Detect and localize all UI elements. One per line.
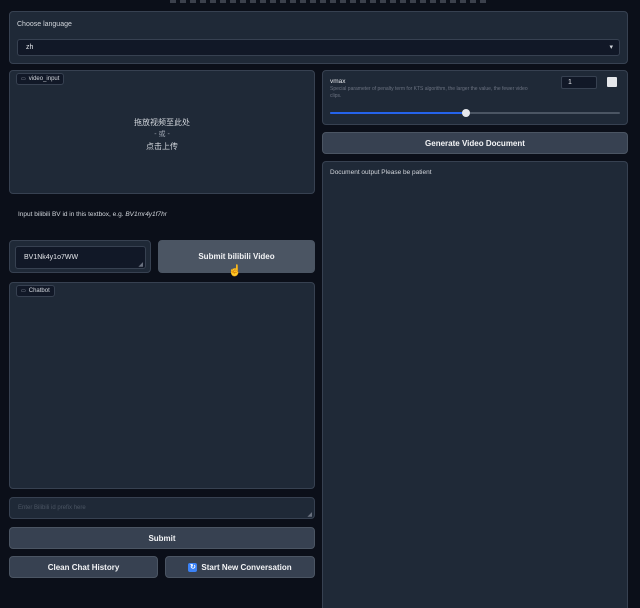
- bv-hint: Input bilibili BV id in this textbox, e.…: [18, 211, 167, 218]
- bv-id-input[interactable]: BV1Nk4y1o7WW ◢: [15, 246, 146, 269]
- language-select[interactable]: zh ▾: [17, 39, 620, 56]
- mouse-cursor-icon: ☝: [228, 265, 242, 277]
- resize-handle-icon[interactable]: ◢: [138, 261, 143, 268]
- bv-id-value: BV1Nk4y1o7WW: [24, 254, 79, 261]
- vmax-description: Special parameter of penalty term for KT…: [330, 86, 528, 99]
- bv-hint-text: Input bilibili BV id in this textbox, e.…: [18, 211, 124, 218]
- generate-video-document-button[interactable]: Generate Video Document: [322, 132, 628, 154]
- refresh-icon: ↻: [188, 562, 198, 572]
- start-new-conversation-label: Start New Conversation: [201, 562, 292, 572]
- video-upload-area[interactable]: ▭ video_input 拖放视频至此处 - 或 - 点击上传: [9, 70, 315, 194]
- vmax-panel: vmax Special parameter of penalty term f…: [322, 70, 628, 125]
- clean-chat-history-label: Clean Chat History: [47, 562, 120, 572]
- vmax-reset-icon[interactable]: [607, 77, 617, 87]
- bv-hint-example: BV1mr4y1f7hr: [125, 211, 167, 218]
- video-icon: ▭: [21, 76, 26, 82]
- language-panel: Choose language zh ▾: [9, 11, 628, 64]
- vmax-slider-fill: [330, 112, 467, 114]
- submit-bilibili-video-label: Submit bilibili Video: [198, 252, 275, 261]
- chat-icon: ▭: [21, 288, 26, 294]
- document-output-label: Document output Please be patient: [330, 169, 432, 176]
- drop-text: 拖放视频至此处: [134, 118, 190, 127]
- generate-video-document-label: Generate Video Document: [425, 138, 525, 148]
- submit-button[interactable]: Submit: [9, 527, 315, 549]
- submit-label: Submit: [148, 533, 176, 543]
- video-input-tag: ▭ video_input: [16, 73, 65, 85]
- chatbot-panel: ▭ Chatbot: [9, 282, 315, 489]
- top-description-strip: [170, 0, 490, 3]
- question-input[interactable]: Enter Bilibili id prefix here ◢: [9, 497, 315, 519]
- vmax-label: vmax: [330, 78, 346, 85]
- language-label: Choose language: [17, 21, 72, 28]
- start-new-conversation-button[interactable]: ↻ Start New Conversation: [165, 556, 315, 578]
- vmax-slider-track[interactable]: [330, 109, 620, 117]
- resize-handle-icon[interactable]: ◢: [307, 511, 312, 518]
- vmax-slider-thumb[interactable]: [462, 109, 471, 117]
- or-text: - 或 -: [154, 131, 170, 138]
- chevron-down-icon: ▾: [609, 44, 613, 51]
- language-value: zh: [26, 44, 34, 51]
- click-upload-text: 点击上传: [146, 142, 178, 151]
- clean-chat-history-button[interactable]: Clean Chat History: [9, 556, 158, 578]
- question-placeholder: Enter Bilibili id prefix here: [18, 505, 86, 511]
- bv-textbox-panel: BV1Nk4y1o7WW ◢: [9, 240, 151, 273]
- chatbot-tag: ▭ Chatbot: [16, 285, 55, 297]
- vmax-value: 1: [568, 79, 572, 86]
- document-output-panel: Document output Please be patient: [322, 161, 628, 608]
- vmax-number-input[interactable]: 1: [561, 76, 597, 89]
